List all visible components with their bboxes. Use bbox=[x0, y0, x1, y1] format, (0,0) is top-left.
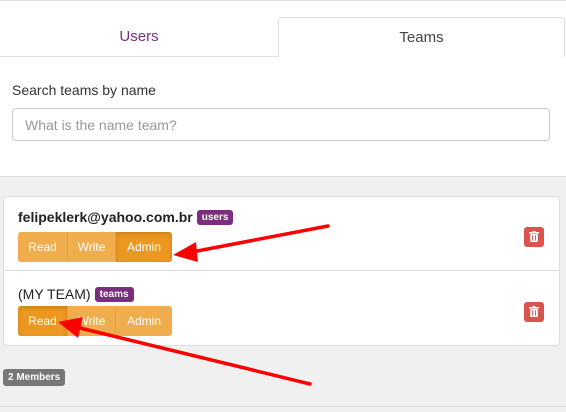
write-button[interactable]: Write bbox=[68, 232, 116, 262]
list-item: (MY TEAM) teams Read Write Admin bbox=[4, 271, 559, 345]
read-button[interactable]: Read bbox=[18, 232, 68, 262]
type-badge: teams bbox=[94, 287, 134, 302]
members-count-badge: 2 Members bbox=[3, 369, 66, 386]
type-badge: users bbox=[196, 210, 234, 225]
permission-group: Read Write Admin bbox=[18, 232, 172, 262]
teams-panel: Users Teams Search teams by name bbox=[0, 0, 566, 177]
top-divider bbox=[0, 0, 566, 1]
member-list: felipeklerk@yahoo.com.br users Read Write… bbox=[3, 196, 560, 346]
list-item: felipeklerk@yahoo.com.br users Read Write… bbox=[4, 197, 559, 271]
member-name: (MY TEAM) teams bbox=[18, 286, 134, 302]
permission-group: Read Write Admin bbox=[18, 306, 172, 336]
admin-button[interactable]: Admin bbox=[116, 232, 172, 262]
member-name-text: felipeklerk@yahoo.com.br bbox=[18, 209, 193, 225]
read-button[interactable]: Read bbox=[18, 306, 68, 336]
member-name: felipeklerk@yahoo.com.br users bbox=[18, 209, 234, 225]
search-label: Search teams by name bbox=[12, 82, 156, 98]
delete-button[interactable] bbox=[524, 227, 544, 247]
team-search-input[interactable] bbox=[12, 108, 550, 141]
bottom-divider bbox=[0, 406, 566, 407]
tab-users[interactable]: Users bbox=[0, 17, 278, 57]
tab-teams[interactable]: Teams bbox=[278, 17, 565, 57]
member-name-text: (MY TEAM) bbox=[18, 286, 91, 302]
admin-button[interactable]: Admin bbox=[116, 306, 172, 336]
write-button[interactable]: Write bbox=[68, 306, 116, 336]
trash-icon bbox=[529, 306, 539, 317]
trash-icon bbox=[529, 231, 539, 242]
delete-button[interactable] bbox=[524, 302, 544, 322]
